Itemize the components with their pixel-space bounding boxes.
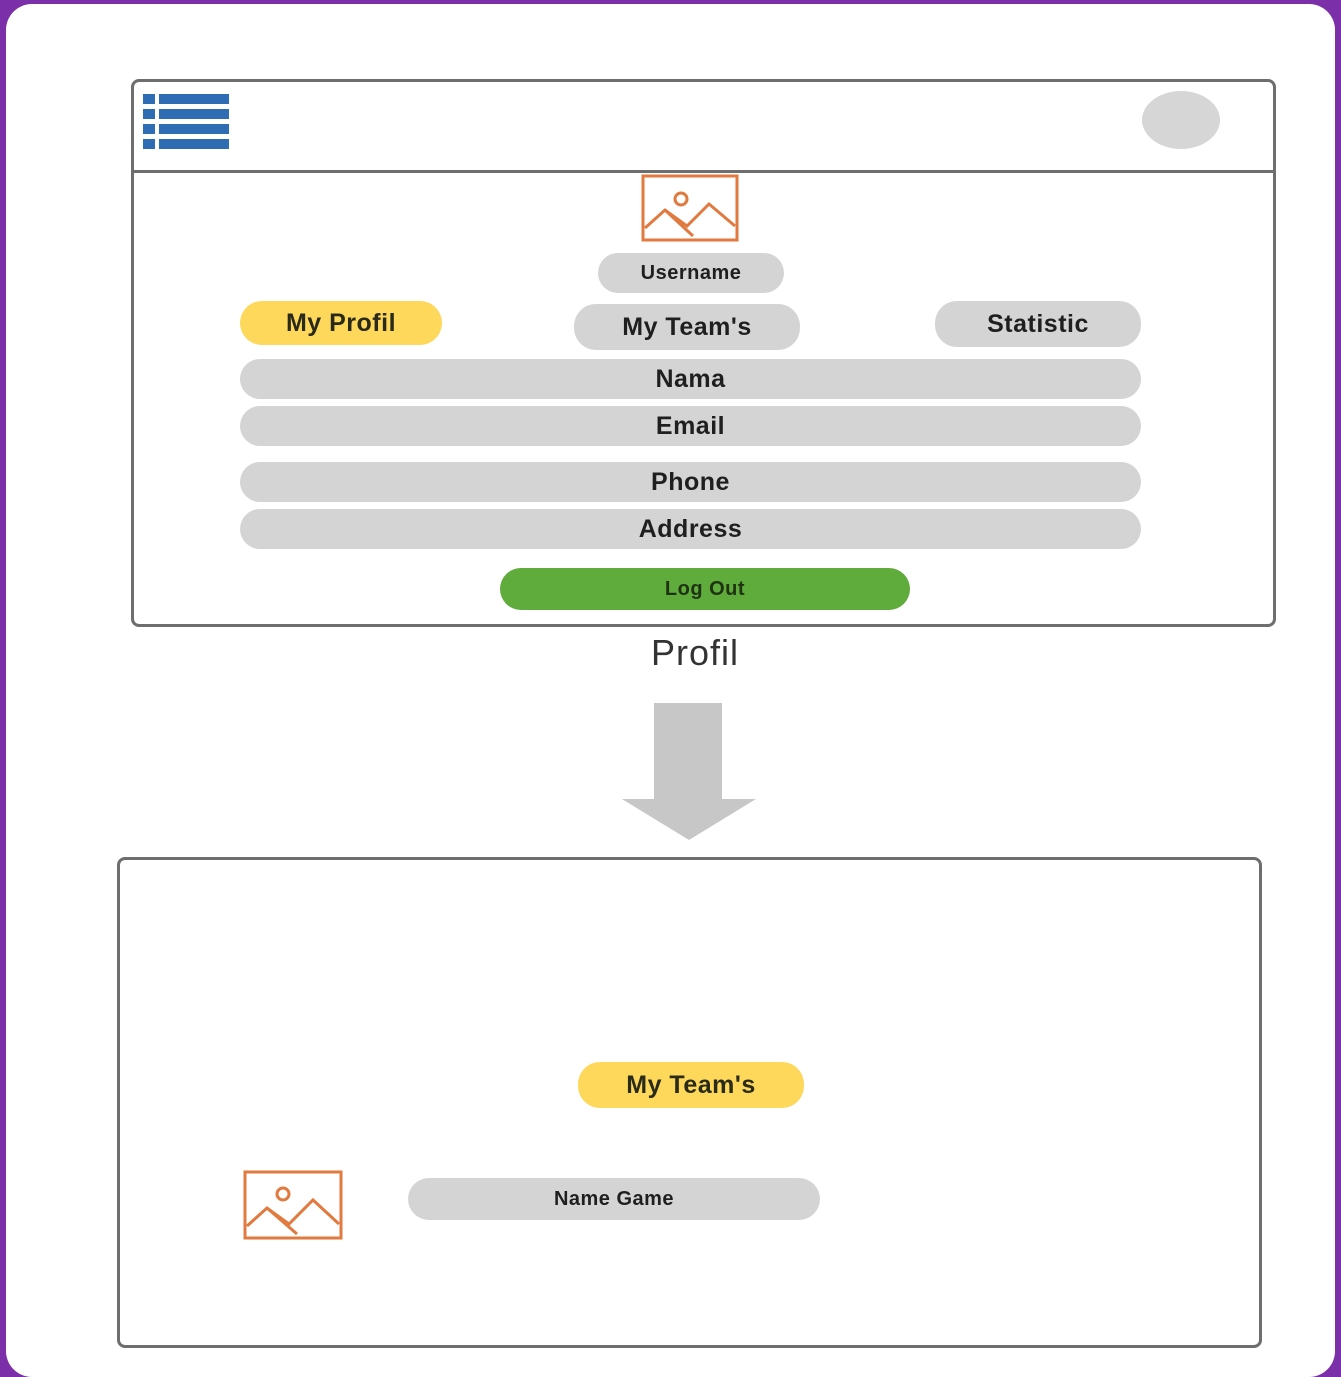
logout-button[interactable]: Log Out xyxy=(500,568,910,610)
field-address[interactable]: Address xyxy=(240,509,1141,549)
avatar[interactable] xyxy=(1142,91,1220,149)
top-bar xyxy=(134,82,1273,173)
teams-heading: My Team's xyxy=(578,1062,804,1108)
field-nama[interactable]: Nama xyxy=(240,359,1141,399)
tab-my-teams[interactable]: My Team's xyxy=(574,304,800,350)
teams-screen-frame: My Team's Name Game xyxy=(117,857,1262,1348)
menu-icon[interactable] xyxy=(143,90,229,152)
field-phone[interactable]: Phone xyxy=(240,462,1141,502)
tab-statistic[interactable]: Statistic xyxy=(935,301,1141,347)
profile-image-icon xyxy=(641,174,739,242)
down-arrow-icon xyxy=(622,703,756,840)
profile-screen-frame: Username My Profil My Team's Statistic N… xyxy=(131,79,1276,627)
game-name-field[interactable]: Name Game xyxy=(408,1178,820,1220)
game-image-icon xyxy=(243,1170,343,1240)
tab-my-profil[interactable]: My Profil xyxy=(240,301,442,345)
username-label: Username xyxy=(598,253,784,293)
screen-caption: Profil xyxy=(650,632,740,673)
field-email[interactable]: Email xyxy=(240,406,1141,446)
